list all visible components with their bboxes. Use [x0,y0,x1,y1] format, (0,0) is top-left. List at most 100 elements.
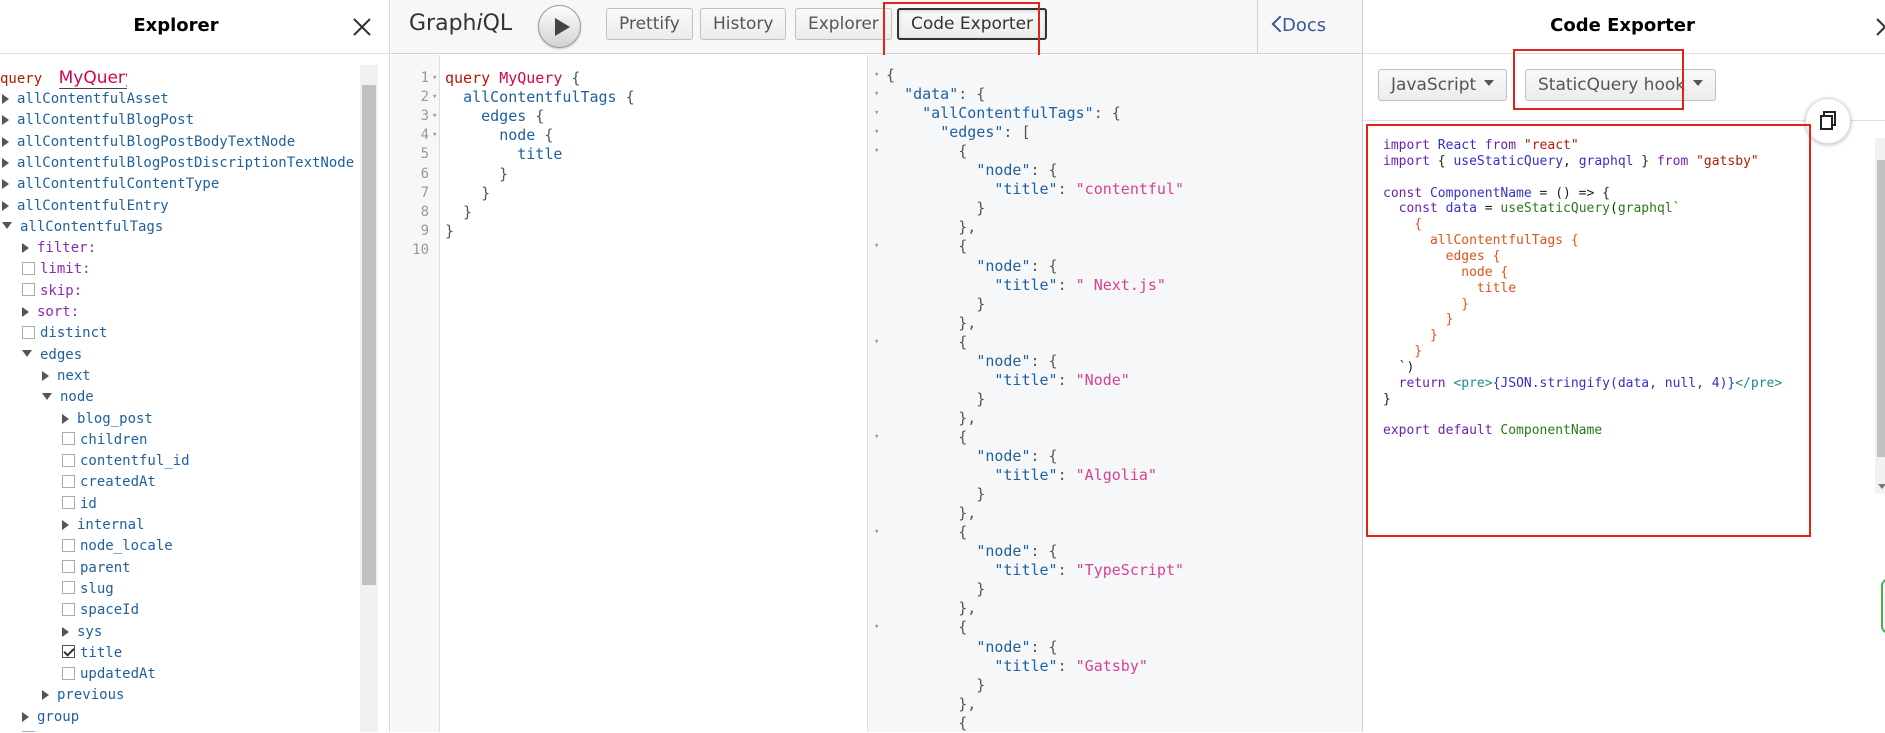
explorer-scrollbar-thumb[interactable] [362,85,376,585]
tree-item-contentfulid[interactable]: contentful_id [62,451,190,471]
checkbox[interactable] [62,581,75,595]
result-token [886,371,994,389]
checkbox[interactable] [22,283,35,297]
fold-icon[interactable]: ▾ [874,66,879,85]
fold-icon[interactable]: ▾ [432,107,437,126]
tree-item-limit[interactable]: limit: [22,259,91,279]
tree-item-previous[interactable]: previous [42,685,124,705]
fold-icon[interactable]: ▾ [874,142,879,161]
code-scrollbar-thumb[interactable] [1877,160,1885,457]
tree-item-sort[interactable]: sort: [22,302,79,322]
tree-item-sys[interactable]: sys [62,622,102,642]
fold-icon[interactable]: ▾ [874,123,879,142]
tree-item-createdat[interactable]: createdAt [62,472,156,492]
close-icon[interactable] [1873,15,1885,39]
expand-arrow-icon[interactable] [42,370,49,381]
close-icon[interactable] [350,15,374,39]
tree-item-distinct[interactable]: distinct [22,323,107,343]
tree-item-updatedat[interactable]: updatedAt [62,664,156,684]
tree-item-title[interactable]: title [62,643,122,663]
expand-arrow-icon[interactable] [22,711,29,722]
checkbox[interactable] [22,261,35,275]
collapse-arrow-icon[interactable] [42,392,52,400]
tree-item-skip[interactable]: skip: [22,281,82,301]
fold-icon[interactable]: ▾ [874,104,879,123]
tree-item-children[interactable]: children [62,430,147,450]
code-line: title [445,145,562,164]
fold-icon[interactable]: ▾ [874,523,879,542]
tree-item-allcontentfulentry[interactable]: allContentfulEntry [2,196,169,216]
query-name-input[interactable]: MyQuery [58,68,127,89]
expand-arrow-icon[interactable] [22,243,29,254]
fold-icon[interactable]: ▾ [874,618,879,637]
tree-item-parent[interactable]: parent [62,558,131,578]
fold-icon[interactable]: ▾ [874,428,879,447]
code-line: edges { [445,107,544,126]
tree-item-allcontentfulcontenttype[interactable]: allContentfulContentType [2,174,219,194]
tree-item-slug[interactable]: slug [62,579,114,599]
tree-item-filter[interactable]: filter: [22,238,96,258]
checkbox[interactable] [62,560,75,574]
expand-arrow-icon[interactable] [2,157,9,168]
tree-item-internal[interactable]: internal [62,515,144,535]
checkbox[interactable] [62,666,75,680]
tree-item-allcontentfultags[interactable]: allContentfulTags [2,217,163,237]
fold-icon[interactable]: ▾ [432,126,437,145]
tree-item-node[interactable]: node [42,387,94,407]
highlight-box [1513,49,1684,110]
tree-item-next[interactable]: next [42,366,91,386]
expand-arrow-icon[interactable] [62,626,69,637]
expand-arrow-icon[interactable] [2,200,9,211]
fold-icon[interactable]: ▾ [874,333,879,352]
collapse-arrow-icon[interactable] [22,350,32,358]
tree-item-spaceid[interactable]: spaceId [62,600,139,620]
checkbox[interactable] [62,432,75,446]
run-button[interactable] [538,5,581,48]
expand-arrow-icon[interactable] [2,94,9,104]
explorer-button[interactable]: Explorer [795,8,892,40]
checkbox[interactable] [62,496,75,510]
result-line: "title": "Algolia" [886,466,1157,485]
result-token: : { [958,85,986,104]
checkbox[interactable] [62,602,75,616]
checkbox[interactable] [62,474,75,488]
checkbox[interactable] [62,453,75,467]
fold-icon[interactable]: ▾ [874,237,879,256]
tree-item-edges[interactable]: edges [22,345,82,365]
graphiql-logo: GraphiQL [409,11,512,36]
checkbox[interactable] [62,538,75,552]
expand-arrow-icon[interactable] [2,136,9,147]
prettify-button[interactable]: Prettify [606,8,693,40]
expand-arrow-icon[interactable] [22,307,29,317]
tree-item-max[interactable]: max [22,728,65,732]
code-token: } [445,164,509,183]
language-dropdown[interactable]: JavaScript [1378,69,1508,101]
query-editor[interactable]: 1 ▾ 2 ▾ 3 ▾ 4 ▾ 5 6 7 8 9 10 query MyQuery { allConte… [391,55,867,732]
fold-icon[interactable]: ▾ [432,88,437,107]
collapse-arrow-icon[interactable] [2,222,12,230]
copy-button[interactable] [1805,98,1851,144]
fold-icon[interactable]: ▾ [874,85,879,104]
scroll-down-icon[interactable] [1878,484,1885,489]
expand-arrow-icon[interactable] [2,179,9,190]
expand-arrow-icon[interactable] [62,413,69,424]
code-line: } [445,184,490,203]
tree-item-allcontentfulblogpostdiscriptiontextnode[interactable]: allContentfulBlogPostDiscriptionTextNode [2,153,354,173]
side-tab[interactable] [1881,578,1885,634]
docs-button[interactable]: Docs [1257,0,1362,54]
fold-icon[interactable]: ▾ [432,69,437,88]
tree-item-allcontentfulasset[interactable]: allContentfulAsset [2,89,169,109]
tree-item-nodelocale[interactable]: node_locale [62,536,173,556]
checkbox[interactable] [22,325,35,339]
tree-item-group[interactable]: group [22,707,79,727]
tree-item-id[interactable]: id [62,494,97,514]
expand-arrow-icon[interactable] [62,520,69,530]
tree-item-allcontentfulblogpost[interactable]: allContentfulBlogPost [2,110,194,130]
expand-arrow-icon[interactable] [42,690,49,701]
tree-item-blogpost[interactable]: blog_post [62,409,153,429]
history-button[interactable]: History [700,8,787,40]
expand-arrow-icon[interactable] [2,115,9,126]
checkbox[interactable] [62,645,75,659]
tree-item-allcontentfulblogpostbodytextnode[interactable]: allContentfulBlogPostBodyTextNode [2,132,295,152]
